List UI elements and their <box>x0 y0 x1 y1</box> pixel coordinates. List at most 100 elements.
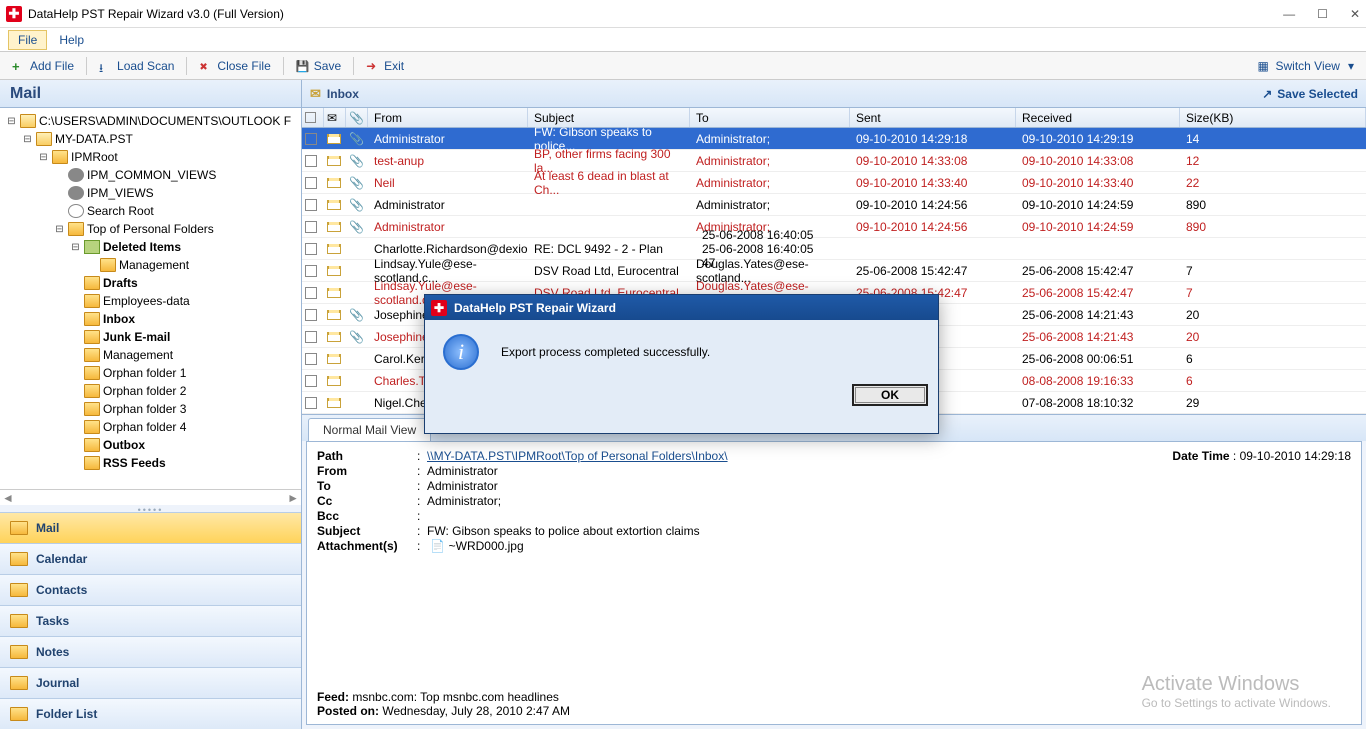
grid-icon <box>1257 59 1271 73</box>
left-panel: Mail ⊟C:\USERS\ADMIN\DOCUMENTS\OUTLOOK F… <box>0 80 302 729</box>
tab-normal-view[interactable]: Normal Mail View <box>308 418 431 441</box>
col-sent[interactable]: Sent <box>850 108 1016 127</box>
envelope-icon <box>310 86 321 102</box>
path-link[interactable]: \\MY-DATA.PST\IPMRoot\Top of Personal Fo… <box>427 449 728 463</box>
col-to[interactable]: To <box>690 108 850 127</box>
exit-button[interactable]: Exit <box>360 56 410 76</box>
tree-node[interactable]: Management <box>2 346 299 364</box>
nav-contacts[interactable]: Contacts <box>0 574 301 605</box>
save-selected-button[interactable]: Save Selected <box>1262 87 1358 101</box>
plus-icon <box>12 59 26 73</box>
col-from[interactable]: From <box>368 108 528 127</box>
path-label: Path <box>317 449 417 463</box>
tree-node[interactable]: Orphan folder 3 <box>2 400 299 418</box>
tree-node[interactable]: ⊟Deleted Items <box>2 238 299 256</box>
window-title: DataHelp PST Repair Wizard v3.0 (Full Ve… <box>28 7 284 21</box>
mail-row[interactable]: 📎NeilAt least 6 dead in blast at Ch...Ad… <box>302 172 1366 194</box>
subject-label: Subject <box>317 524 417 538</box>
menu-help[interactable]: Help <box>49 30 94 50</box>
nav-folder-list[interactable]: Folder List <box>0 698 301 729</box>
dialog-app-icon: ✚ <box>431 300 447 316</box>
splitter-grip[interactable]: ••••• <box>0 505 301 512</box>
tree-node[interactable]: ⊟IPMRoot <box>2 148 299 166</box>
attachment-label: Attachment(s) <box>317 539 417 553</box>
to-value: Administrator <box>427 479 1351 493</box>
mail-row[interactable]: 📎AdministratorAdministrator;09-10-2010 1… <box>302 194 1366 216</box>
title-bar: ✚ DataHelp PST Repair Wizard v3.0 (Full … <box>0 0 1366 28</box>
mail-row[interactable]: 📎test-anupBP, other firms facing 300 la.… <box>302 150 1366 172</box>
minimize-button[interactable]: — <box>1283 7 1295 21</box>
nav-journal[interactable]: Journal <box>0 667 301 698</box>
tree-node[interactable]: ⊟C:\USERS\ADMIN\DOCUMENTS\OUTLOOK F <box>2 112 299 130</box>
from-label: From <box>317 464 417 478</box>
cc-label: Cc <box>317 494 417 508</box>
dialog-message: Export process completed successfully. <box>501 345 710 359</box>
feed-info: Feed: msnbc.com: Top msnbc.com headlines… <box>317 690 570 718</box>
col-size[interactable]: Size(KB) <box>1180 108 1366 127</box>
tree-node[interactable]: RSS Feeds <box>2 454 299 472</box>
nav-mail[interactable]: Mail <box>0 512 301 543</box>
menu-bar: File Help <box>0 28 1366 52</box>
add-file-button[interactable]: Add File <box>6 56 80 76</box>
tree-node[interactable]: Orphan folder 2 <box>2 382 299 400</box>
mail-row[interactable]: 📎AdministratorFW: Gibson speaks to polic… <box>302 128 1366 150</box>
load-scan-button[interactable]: Load Scan <box>93 56 180 76</box>
tree-node[interactable]: Search Root <box>2 202 299 220</box>
ok-button[interactable]: OK <box>852 384 928 406</box>
maximize-button[interactable]: ☐ <box>1317 7 1328 21</box>
col-envelope[interactable]: ✉ <box>324 108 346 127</box>
tree-node[interactable]: Inbox <box>2 310 299 328</box>
bcc-label: Bcc <box>317 509 417 523</box>
col-attachment[interactable]: 📎 <box>346 108 368 127</box>
col-received[interactable]: Received <box>1016 108 1180 127</box>
exit-icon <box>366 59 380 73</box>
to-label: To <box>317 479 417 493</box>
datetime-label: Date Time <box>1172 449 1229 463</box>
tree-node[interactable]: Orphan folder 4 <box>2 418 299 436</box>
nav-notes[interactable]: Notes <box>0 636 301 667</box>
preview-pane: Normal Mail View Path:\\MY-DATA.PST\IPMR… <box>302 414 1366 729</box>
left-header: Mail <box>0 80 301 108</box>
tree-node[interactable]: Junk E-mail <box>2 328 299 346</box>
nav-buttons: MailCalendarContactsTasksNotesJournalFol… <box>0 512 301 729</box>
inbox-title: Inbox <box>310 86 359 102</box>
dialog-title: DataHelp PST Repair Wizard <box>454 301 616 315</box>
chevron-down-icon: ▾ <box>1348 59 1354 73</box>
download-icon <box>99 59 113 73</box>
grid-header: ✉ 📎 From Subject To Sent Received Size(K… <box>302 108 1366 128</box>
dialog-title-bar[interactable]: ✚ DataHelp PST Repair Wizard <box>425 295 938 320</box>
cc-value: Administrator; <box>427 494 1351 508</box>
tree-node[interactable]: IPM_VIEWS <box>2 184 299 202</box>
close-file-button[interactable]: Close File <box>193 56 276 76</box>
tree-node[interactable]: ⊟Top of Personal Folders <box>2 220 299 238</box>
toolbar: Add File Load Scan Close File Save Exit … <box>0 52 1366 80</box>
tree-scrollbar[interactable]: ◄► <box>0 489 301 505</box>
bcc-value <box>427 509 1351 523</box>
from-value: Administrator <box>427 464 1351 478</box>
save-icon <box>296 59 310 73</box>
info-icon: i <box>443 334 479 370</box>
nav-calendar[interactable]: Calendar <box>0 543 301 574</box>
close-window-button[interactable]: ✕ <box>1350 7 1360 21</box>
datetime-value: 09-10-2010 14:29:18 <box>1240 449 1351 463</box>
app-icon: ✚ <box>6 6 22 22</box>
close-icon <box>199 59 213 73</box>
windows-watermark: Activate Windows Go to Settings to activ… <box>1142 673 1331 710</box>
nav-tasks[interactable]: Tasks <box>0 605 301 636</box>
tree-node[interactable]: Orphan folder 1 <box>2 364 299 382</box>
tree-node[interactable]: Management <box>2 256 299 274</box>
switch-view-button[interactable]: Switch View▾ <box>1251 56 1360 76</box>
export-complete-dialog: ✚ DataHelp PST Repair Wizard i Export pr… <box>424 294 939 434</box>
tree-node[interactable]: ⊟MY-DATA.PST <box>2 130 299 148</box>
subject-value: FW: Gibson speaks to police about extort… <box>427 524 1351 538</box>
folder-tree[interactable]: ⊟C:\USERS\ADMIN\DOCUMENTS\OUTLOOK F⊟MY-D… <box>0 108 301 489</box>
tree-node[interactable]: IPM_COMMON_VIEWS <box>2 166 299 184</box>
tree-node[interactable]: Employees-data <box>2 292 299 310</box>
export-icon <box>1262 87 1272 101</box>
attachment-value: 📄 ~WRD000.jpg <box>427 539 1351 553</box>
col-checkbox[interactable] <box>302 108 324 127</box>
tree-node[interactable]: Outbox <box>2 436 299 454</box>
tree-node[interactable]: Drafts <box>2 274 299 292</box>
menu-file[interactable]: File <box>8 30 47 50</box>
save-button[interactable]: Save <box>290 56 347 76</box>
